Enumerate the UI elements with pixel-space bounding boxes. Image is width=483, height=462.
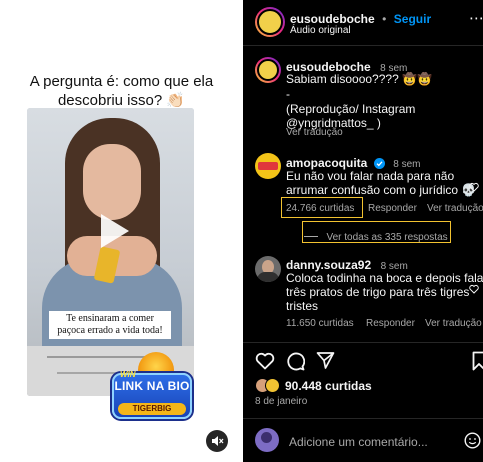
caption-line-3: (Reprodução/ Instagram — [286, 102, 416, 116]
header-username[interactable]: eusoudeboche — [290, 12, 375, 26]
comment-2-line-1: Coloca todinha na boca e depois fala — [286, 271, 483, 285]
like-heart-icon[interactable] — [255, 352, 275, 370]
comment-1-avatar[interactable] — [255, 153, 281, 179]
header-divider — [243, 45, 483, 46]
comment-1-likes[interactable]: 24.766 curtidas — [286, 203, 354, 214]
emoji-smiley-icon[interactable] — [464, 432, 481, 449]
link-na-bio-badge: WIN LINK NA BIO TIGERBIG — [112, 370, 192, 419]
reel-media-pane[interactable]: A pergunta é: como que ela descobriu iss… — [0, 0, 243, 462]
liker-avatar-2 — [265, 378, 280, 393]
total-likes[interactable]: 90.448 curtidas — [285, 379, 372, 393]
caption-translation-link[interactable]: Ver tradução — [286, 127, 343, 138]
mute-button[interactable] — [206, 430, 228, 452]
comment-2-avatar-body — [257, 272, 279, 282]
author-avatar[interactable] — [255, 7, 285, 37]
share-plane-icon[interactable] — [316, 351, 335, 370]
badge-brand-text: TIGERBIG — [118, 403, 186, 415]
comment-2-avatar[interactable] — [255, 256, 281, 282]
viewer-avatar[interactable] — [255, 428, 279, 452]
caption-author-avatar[interactable] — [255, 57, 281, 83]
comment-2-like-icon[interactable] — [469, 284, 479, 294]
comment-2-line-3: tristes — [286, 299, 319, 313]
post-date[interactable]: 8 de janeiro — [255, 396, 307, 407]
comments-panel: eusoudeboche • Seguir Áudio original ⋯ e… — [243, 0, 483, 462]
comment-2-translation-link[interactable]: Ver tradução — [425, 318, 482, 329]
comment-1-avatar-logo — [258, 162, 278, 170]
reel-overlay-text: A pergunta é: como que ela descobriu iss… — [0, 72, 243, 110]
viewer-avatar-head — [261, 432, 272, 443]
caption-line-1: Sabiam disoooo???? 🤠🤠 — [286, 72, 432, 86]
speaker-muted-icon — [212, 436, 224, 446]
actions-divider — [243, 342, 483, 343]
comment-2-username[interactable]: danny.souza92 — [286, 258, 371, 272]
caption-line-2: - — [286, 87, 290, 101]
replies-line-divider — [304, 236, 318, 237]
save-bookmark-icon[interactable] — [472, 351, 483, 371]
audio-label[interactable]: Áudio original — [290, 25, 351, 36]
comment-input[interactable]: Adicione um comentário... — [289, 435, 428, 449]
overlay-line-1: A pergunta é: como que ela — [29, 73, 214, 90]
video-caption-line-2: paçoca errado a vida toda! — [57, 325, 163, 336]
caption-author-avatar-image — [257, 59, 279, 81]
video-frame[interactable]: Te ensinaram a comer paçoca errado a vid… — [27, 108, 194, 396]
play-icon[interactable] — [87, 206, 137, 256]
author-avatar-image — [257, 9, 283, 35]
badge-link-text: LINK NA BIO — [114, 379, 190, 393]
comment-bubble-icon[interactable] — [285, 351, 305, 371]
comment-1-username[interactable]: amopacoquita — [286, 156, 367, 170]
header-separator: • — [382, 12, 387, 26]
comment-1-like-icon[interactable] — [469, 182, 479, 192]
comment-2-likes[interactable]: 11.650 curtidas — [286, 318, 354, 329]
comment-1-reply-button[interactable]: Responder — [368, 203, 417, 214]
video-caption-box: Te ensinaram a comer paçoca errado a vid… — [49, 311, 171, 339]
comment-2-line-2: três pratos de trigo para três tigres — [286, 285, 470, 299]
comment-2-reply-button[interactable]: Responder — [366, 318, 415, 329]
composer-divider — [243, 418, 483, 419]
badge-win-text: WIN — [120, 370, 136, 379]
instagram-post-view: A pergunta é: como que ela descobriu iss… — [0, 0, 483, 462]
video-caption-line-1: Te ensinaram a comer — [66, 313, 154, 324]
comment-1-line-1: Eu não vou falar nada para não — [286, 169, 455, 183]
comment-1-translation-link[interactable]: Ver tradução — [427, 203, 483, 214]
comment-1-line-2: arrumar confusão com o jurídico 💀 — [286, 183, 477, 197]
more-options-icon[interactable]: ⋯ — [469, 9, 483, 27]
view-replies-link[interactable]: Ver todas as 335 respostas — [326, 232, 447, 243]
follow-button[interactable]: Seguir — [394, 12, 431, 26]
